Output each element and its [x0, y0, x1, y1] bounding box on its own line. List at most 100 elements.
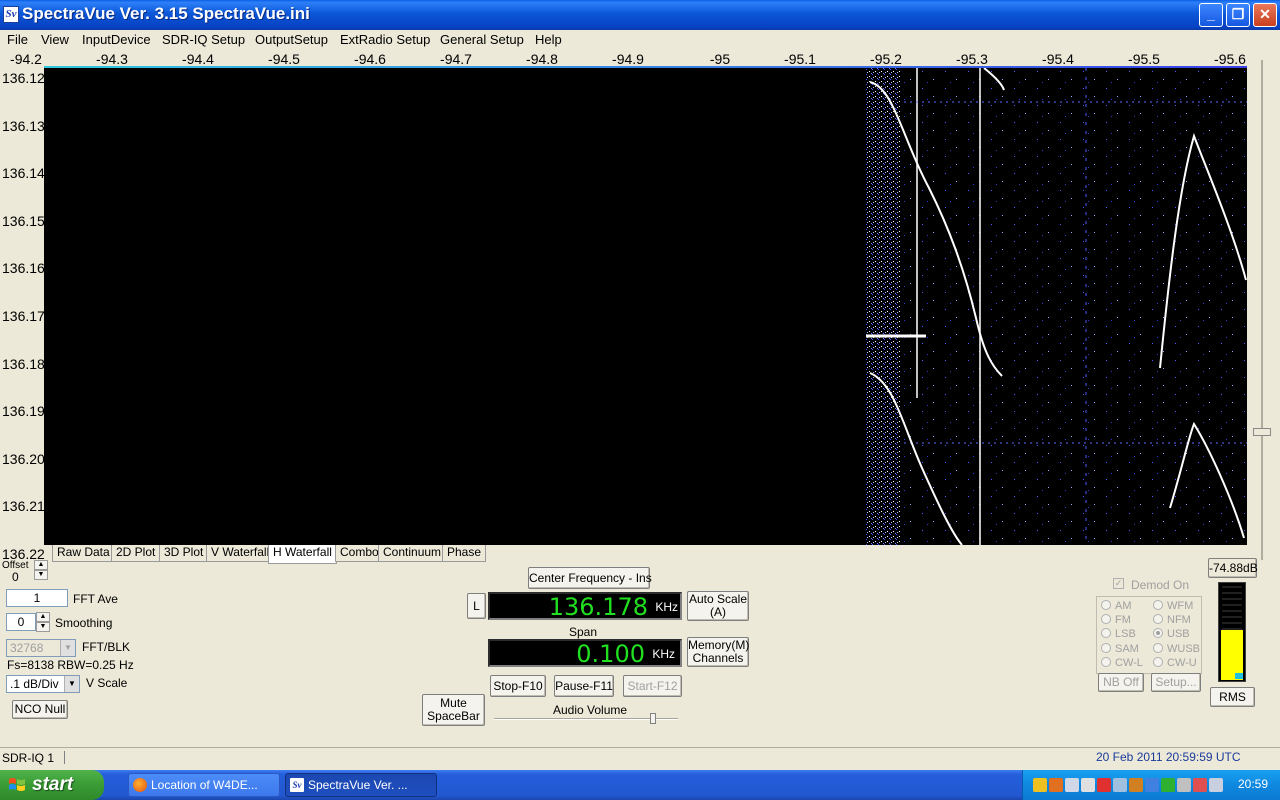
firefox-icon: [133, 778, 147, 792]
mode-label: NFM: [1167, 614, 1191, 626]
tray-alert-icon[interactable]: [1097, 778, 1111, 792]
memory-channels-button[interactable]: Memory(M) Channels: [687, 637, 749, 667]
tab-3d-plot[interactable]: 3D Plot: [159, 545, 209, 562]
auto-scale-button[interactable]: Auto Scale (A): [687, 591, 749, 621]
close-button[interactable]: ✕: [1253, 3, 1277, 27]
title-bar[interactable]: Sv SpectraVue Ver. 3.15 SpectraVue.ini _…: [0, 0, 1280, 30]
tray-display-icon[interactable]: [1145, 778, 1159, 792]
menu-file[interactable]: File: [7, 32, 28, 47]
freq-tick: -94.4: [182, 51, 214, 67]
tray-user-icon[interactable]: [1033, 778, 1047, 792]
mode-usb-radio[interactable]: USB: [1153, 628, 1190, 640]
center-frequency-unit: KHz: [655, 600, 678, 614]
l-button[interactable]: L: [467, 593, 486, 619]
h-waterfall-display[interactable]: [44, 68, 1247, 545]
rms-button[interactable]: RMS: [1210, 687, 1255, 707]
mode-label: CW-L: [1115, 657, 1143, 669]
span-display[interactable]: 0.100 KHz: [488, 639, 682, 668]
tab-raw-data[interactable]: Raw Data: [52, 545, 115, 562]
menu-extradio-setup[interactable]: ExtRadio Setup: [340, 32, 430, 47]
stop-button[interactable]: Stop-F10: [490, 675, 546, 697]
menu-general-setup[interactable]: General Setup: [440, 32, 524, 47]
mode-cw-u-radio[interactable]: CW-U: [1153, 657, 1197, 669]
setup-button[interactable]: Setup...: [1151, 673, 1201, 692]
menu-sdr-iq-setup[interactable]: SDR-IQ Setup: [162, 32, 245, 47]
chevron-down-icon: ▼: [64, 676, 79, 692]
menu-help[interactable]: Help: [535, 32, 562, 47]
start-button-taskbar[interactable]: start: [0, 770, 104, 800]
offset-spin-down[interactable]: ▼: [34, 570, 48, 580]
task-spectravue[interactable]: Sv SpectraVue Ver. ...: [285, 773, 437, 797]
v-scale-select[interactable]: .1 dB/Div ▼: [6, 675, 80, 693]
nco-null-button[interactable]: NCO Null: [12, 700, 68, 719]
mode-wfm-radio[interactable]: WFM: [1153, 600, 1193, 612]
freq-tick: -94.5: [268, 51, 300, 67]
audio-volume-thumb[interactable]: [650, 713, 656, 724]
tray-printer-icon[interactable]: [1177, 778, 1191, 792]
center-frequency-display[interactable]: 136.178 KHz: [488, 592, 682, 621]
freq-tick: -95.2: [870, 51, 902, 67]
mode-cw-l-radio[interactable]: CW-L: [1101, 657, 1143, 669]
minimize-button[interactable]: _: [1199, 3, 1223, 27]
v-scale-label: V Scale: [86, 676, 128, 690]
chevron-down-icon: ▼: [60, 640, 75, 656]
fft-ave-input[interactable]: 1: [6, 589, 68, 607]
smoothing-spin-down[interactable]: ▼: [36, 622, 50, 632]
mode-label: USB: [1167, 628, 1190, 640]
v-scale-value: .1 dB/Div: [10, 677, 59, 691]
window-title: SpectraVue Ver. 3.15 SpectraVue.ini: [22, 4, 310, 23]
tab-h-waterfall[interactable]: H Waterfall: [268, 545, 337, 564]
maximize-button[interactable]: ❐: [1226, 3, 1250, 27]
center-frequency-button[interactable]: Center Frequency - Ins: [528, 567, 652, 589]
mode-wusb-radio[interactable]: WUSB: [1153, 643, 1200, 655]
tray-app4-icon[interactable]: [1209, 778, 1223, 792]
status-divider: [64, 751, 65, 764]
tray-app2-icon[interactable]: [1129, 778, 1143, 792]
fft-blk-label: FFT/BLK: [82, 640, 131, 654]
demod-on-label: Demod On: [1131, 578, 1190, 592]
tab-combo[interactable]: Combo: [335, 545, 384, 562]
menu-view[interactable]: View: [41, 32, 69, 47]
pause-button[interactable]: Pause-F11: [554, 675, 614, 697]
menu-inputdevice[interactable]: InputDevice: [82, 32, 151, 47]
tab-phase[interactable]: Phase: [442, 545, 487, 562]
tab-continuum[interactable]: Continuum: [378, 545, 447, 562]
tray-app-icon[interactable]: [1049, 778, 1063, 792]
mode-fm-radio[interactable]: FM: [1101, 614, 1131, 626]
auto-scale-shortcut: (A): [710, 605, 726, 619]
mode-am-radio[interactable]: AM: [1101, 600, 1132, 612]
mode-nfm-radio[interactable]: NFM: [1153, 614, 1191, 626]
smoothing-spin-up[interactable]: ▲: [36, 612, 50, 622]
span-unit: KHz: [652, 647, 675, 661]
tray-security-icon[interactable]: [1161, 778, 1175, 792]
vertical-slider-thumb[interactable]: [1253, 428, 1271, 436]
span-value: 0.100: [576, 640, 645, 668]
tab-2d-plot[interactable]: 2D Plot: [111, 545, 161, 562]
fft-blk-select[interactable]: 32768 ▼: [6, 639, 76, 657]
offset-spin-up[interactable]: ▲: [34, 560, 48, 570]
radio-circle: [1101, 614, 1111, 624]
vertical-slider-track[interactable]: [1261, 60, 1263, 560]
mode-sam-radio[interactable]: SAM: [1101, 643, 1139, 655]
task-firefox[interactable]: Location of W4DE...: [128, 773, 280, 797]
spectravue-window: Sv SpectraVue Ver. 3.15 SpectraVue.ini _…: [0, 0, 1280, 800]
demod-on-checkbox[interactable]: ✓: [1113, 578, 1124, 589]
nb-off-button[interactable]: NB Off: [1098, 673, 1144, 692]
tray-network-icon[interactable]: [1065, 778, 1079, 792]
waterfall-traces: [866, 68, 1247, 545]
smoothing-input[interactable]: 0: [6, 613, 36, 631]
mode-lsb-radio[interactable]: LSB: [1101, 628, 1136, 640]
tray-bluetooth-icon[interactable]: [1113, 778, 1127, 792]
time-axis: 136.12 136.13 136.14 136.15 136.16 136.1…: [0, 68, 44, 562]
radio-circle: [1153, 600, 1163, 610]
tray-volume-icon[interactable]: [1081, 778, 1095, 792]
fs-rbw-info: Fs=8138 RBW=0.25 Hz: [7, 658, 134, 672]
tab-v-waterfall[interactable]: V Waterfall: [206, 545, 275, 562]
task-label: Location of W4DE...: [151, 778, 258, 792]
mute-button[interactable]: Mute SpaceBar: [422, 694, 485, 726]
menu-outputsetup[interactable]: OutputSetup: [255, 32, 328, 47]
tray-app3-icon[interactable]: [1193, 778, 1207, 792]
start-button[interactable]: Start-F12: [623, 675, 682, 697]
span-label: Span: [569, 625, 598, 639]
radio-circle: [1153, 643, 1163, 653]
